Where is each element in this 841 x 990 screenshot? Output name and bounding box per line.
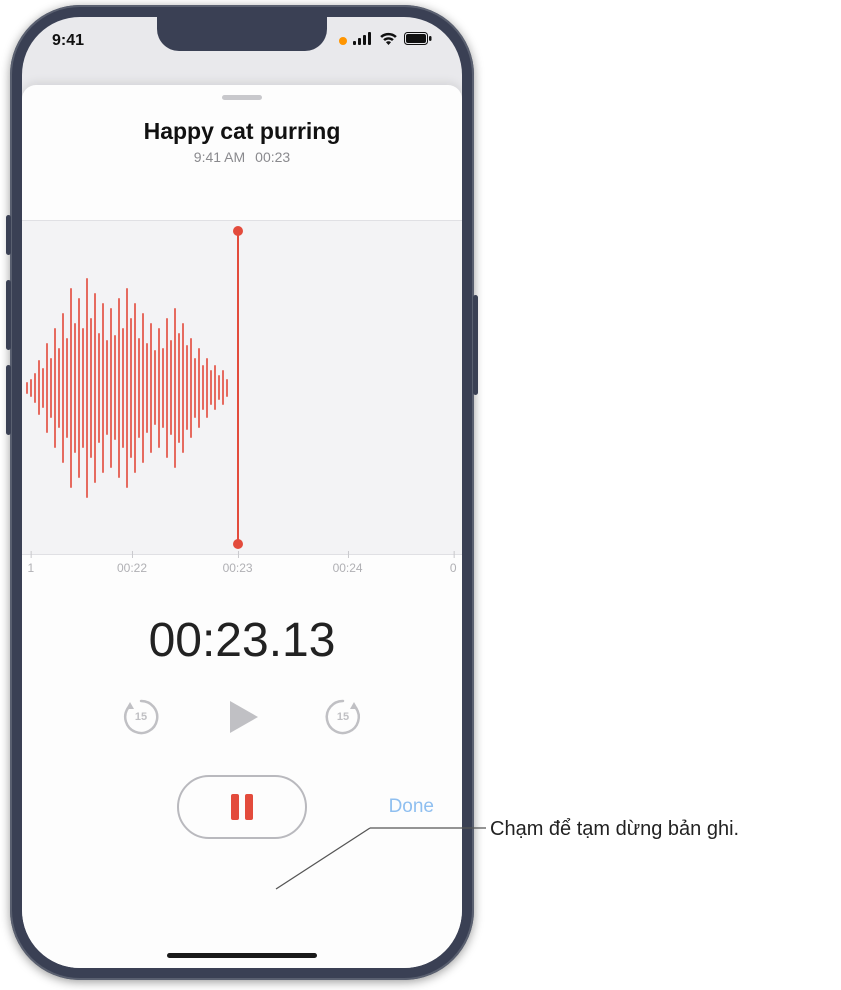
playhead[interactable] <box>237 231 239 544</box>
side-button <box>473 295 478 395</box>
recording-time: 9:41 AM <box>194 149 245 165</box>
recording-title[interactable]: Happy cat purring <box>22 118 462 145</box>
waveform <box>22 221 237 554</box>
callout-text: Chạm để tạm dừng bản ghi. <box>490 816 820 843</box>
screen: 9:41 Happy cat purring 9:41 AM 00:23 <box>22 17 462 968</box>
ruler-tick: 00:24 <box>333 561 363 575</box>
forward-15-button[interactable]: 15 <box>322 696 364 738</box>
waveform-area[interactable] <box>22 220 462 555</box>
phone-frame: 9:41 Happy cat purring 9:41 AM 00:23 <box>10 5 474 980</box>
volume-down-button <box>6 365 11 435</box>
ruler-tick: 00:23 <box>223 561 253 575</box>
pause-icon <box>231 794 253 820</box>
home-indicator[interactable] <box>167 953 317 958</box>
ruler-tick: 1 <box>27 561 34 575</box>
ruler-tick: 0 <box>450 561 457 575</box>
recording-indicator-dot <box>339 37 347 45</box>
forward-seconds: 15 <box>337 711 349 723</box>
time-ruler: 1 00:22 00:23 00:24 0 <box>22 555 462 585</box>
transport-controls: 15 15 <box>22 696 462 738</box>
done-button[interactable]: Done <box>389 796 434 818</box>
status-time: 9:41 <box>52 32 84 50</box>
rewind-seconds: 15 <box>135 711 147 723</box>
pause-recording-button[interactable] <box>177 775 307 839</box>
play-button[interactable] <box>222 697 262 737</box>
notch <box>157 17 327 51</box>
sheet-grabber[interactable] <box>222 95 262 100</box>
ruler-tick: 00:22 <box>117 561 147 575</box>
rewind-15-button[interactable]: 15 <box>120 696 162 738</box>
cellular-icon <box>353 32 373 50</box>
volume-up-button <box>6 280 11 350</box>
elapsed-timer: 00:23.13 <box>22 613 462 668</box>
battery-icon <box>404 32 432 50</box>
wifi-icon <box>379 32 398 51</box>
recording-sheet: Happy cat purring 9:41 AM 00:23 1 00:22 … <box>22 85 462 968</box>
mute-switch <box>6 215 11 255</box>
recording-subtitle: 9:41 AM 00:23 <box>22 149 462 165</box>
recording-duration: 00:23 <box>255 149 290 165</box>
